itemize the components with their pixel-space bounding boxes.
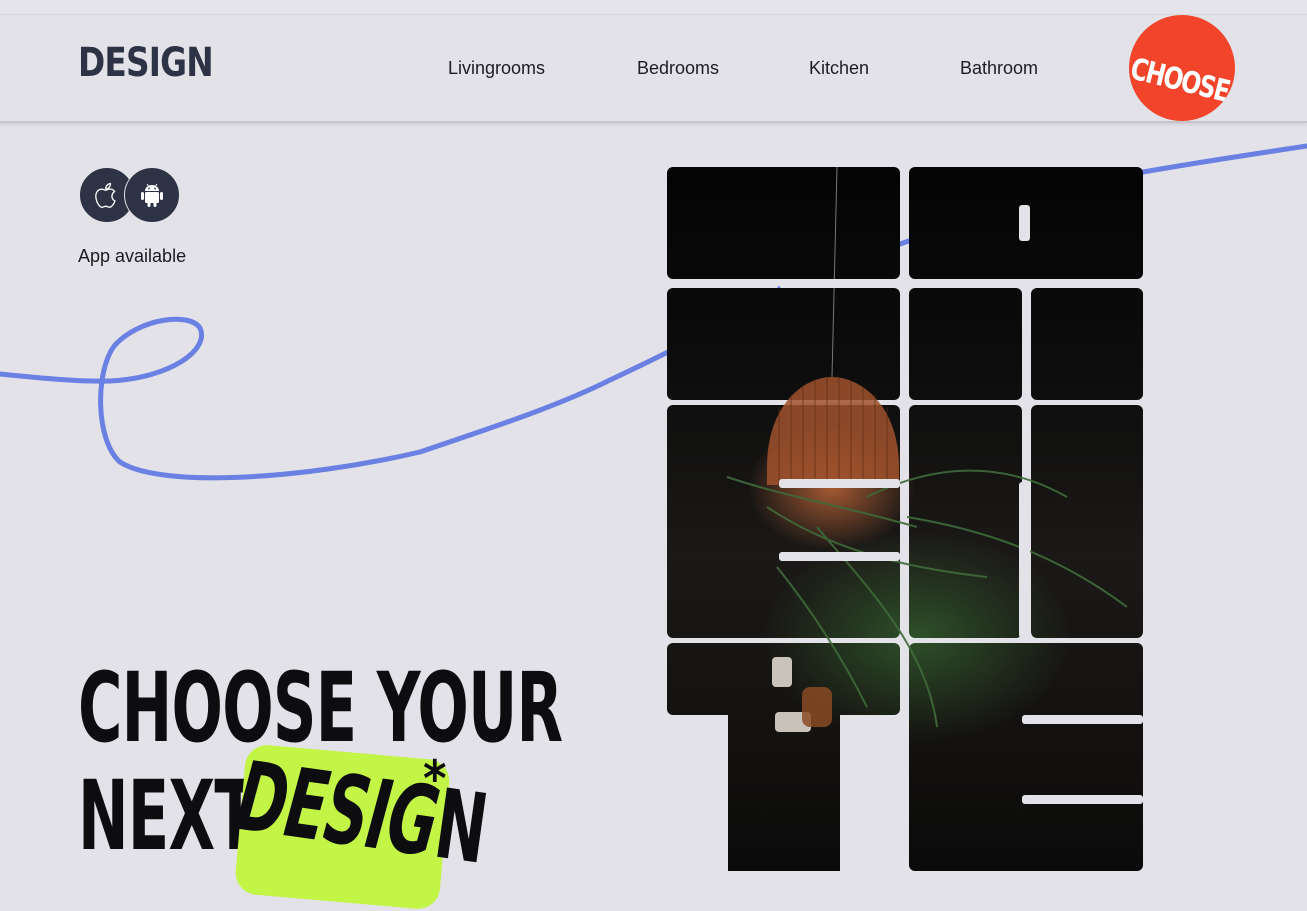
letter-gap [1019,205,1030,241]
letter-gap [779,279,900,288]
letter-gap [779,552,900,561]
letter-gap [1019,482,1030,638]
hero-line-1: CHOOSE YOUR [78,652,563,764]
android-icon[interactable] [124,167,180,223]
hero-line-2-prefix: NEXT [78,760,256,872]
letter-gap [1022,795,1143,804]
letter-gap [1022,715,1143,724]
letter-gap [1063,279,1143,288]
letter-gap [779,479,900,488]
app-available-label: App available [78,246,187,266]
asterisk-mark: * [423,750,447,808]
interior-photo-tiles [667,167,1143,871]
pendant-lamp-graphic [726,167,1128,732]
app-store-icons [79,167,180,223]
